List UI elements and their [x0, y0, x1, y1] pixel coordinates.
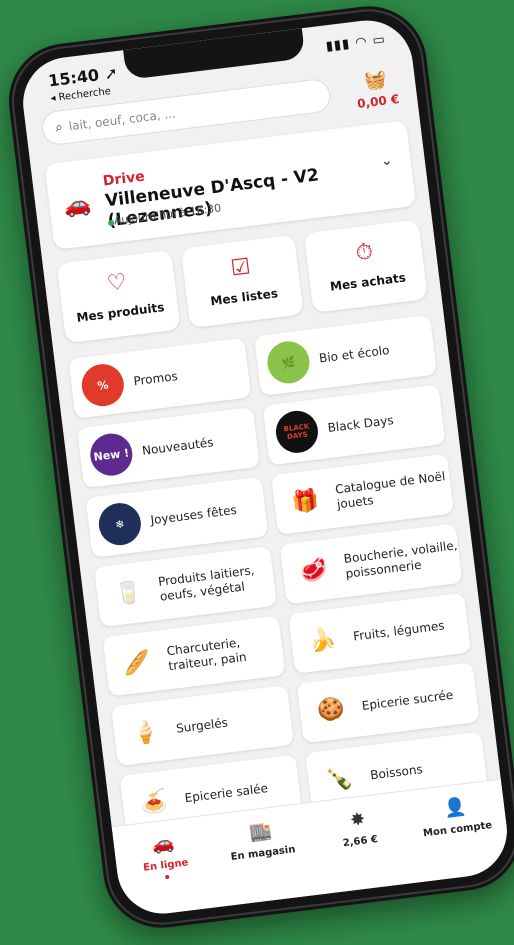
- mes-listes-label: Mes listes: [209, 286, 279, 309]
- ice-cream-icon: 🍦: [130, 718, 161, 747]
- category-laitiers[interactable]: 🥛 Produits laitiers, oeufs, végétal: [93, 546, 277, 628]
- holiday-icon: ❄: [96, 500, 144, 548]
- tab-en-magasin[interactable]: 🏬 En magasin: [209, 803, 317, 906]
- heart-list-icon: ♡: [105, 269, 129, 297]
- search-icon: ⌕: [54, 119, 64, 136]
- mes-achats-button[interactable]: ⏱ Mes achats: [304, 219, 428, 313]
- category-bio[interactable]: 🌿 Bio et écolo: [253, 314, 437, 396]
- promos-badge-icon: %: [79, 361, 127, 409]
- category-catalogue-noel[interactable]: 🎁 Catalogue de Noël jouets: [271, 453, 455, 535]
- category-surgeles[interactable]: 🍦 Surgelés: [111, 684, 295, 767]
- mes-produits-label: Mes produits: [75, 300, 166, 325]
- meat-icon: 🥩: [298, 556, 330, 585]
- toy-catalogue-icon: 🎁: [290, 487, 321, 516]
- category-label: Surgelés: [175, 714, 229, 736]
- category-label: Bio et écolo: [318, 342, 391, 366]
- category-label: Catalogue de Noël jouets: [334, 469, 447, 512]
- tab-mon-compte[interactable]: 👤 Mon compte: [404, 780, 512, 883]
- mes-produits-button[interactable]: ♡ Mes produits: [56, 249, 181, 344]
- app-screen: 15:40 ➚ ◂ Recherche ▮▮▮ ◠ ▭ ⌕ lait, oeuf…: [17, 15, 513, 919]
- cart-amount: 0,00 €: [356, 91, 400, 111]
- category-label: Epicerie sucrée: [360, 687, 454, 713]
- category-label: Produits laitiers, oeufs, végétal: [157, 563, 256, 604]
- category-label: Promos: [132, 368, 179, 388]
- category-nouveautes[interactable]: New ! Nouveautés: [76, 407, 260, 489]
- category-label: Charcuterie, traiteur, pain: [165, 635, 248, 674]
- checklist-icon: ☑: [229, 254, 252, 282]
- system-icons: ▮▮▮ ◠ ▭: [324, 32, 387, 55]
- mes-listes-button[interactable]: ☑ Mes listes: [180, 234, 305, 329]
- mes-achats-label: Mes achats: [329, 270, 407, 294]
- category-boucherie[interactable]: 🥩 Boucherie, volaille, poissonnerie: [279, 523, 463, 605]
- search-placeholder: lait, oeuf, coca, ...: [68, 106, 177, 134]
- phone-notch: [123, 28, 306, 80]
- cart-button[interactable]: 🧺 0,00 €: [353, 67, 400, 112]
- category-fetes[interactable]: ❄ Joyeuses fêtes: [85, 476, 269, 558]
- tab-waaoh[interactable]: ✸ 2,66 €: [306, 792, 414, 895]
- category-label: Nouveautés: [141, 434, 215, 458]
- category-grid: % Promos 🌿 Bio et écolo New ! Nouveautés…: [68, 314, 489, 836]
- category-label: Joyeuses fêtes: [149, 502, 238, 527]
- new-badge-icon: New !: [87, 431, 135, 479]
- active-indicator: [165, 874, 170, 880]
- category-label: Fruits, légumes: [352, 617, 446, 643]
- car-icon: 🚗: [62, 191, 93, 220]
- chevron-down-icon[interactable]: ⌄: [380, 152, 394, 169]
- basket-icon: 🧺: [363, 68, 389, 92]
- bread-icon: 🥖: [121, 648, 153, 678]
- category-label: Boucherie, volaille, poissonnerie: [342, 538, 459, 581]
- banana-icon: 🍌: [307, 626, 338, 655]
- stopwatch-icon: ⏱: [354, 239, 375, 267]
- leaf-icon: 🌿: [265, 338, 312, 386]
- stage: 15:40 ➚ ◂ Recherche ▮▮▮ ◠ ▭ ⌕ lait, oeuf…: [0, 0, 514, 945]
- black-days-badge-icon: BLACK DAYS: [273, 408, 321, 456]
- tab-en-ligne[interactable]: 🚗 En ligne: [112, 815, 220, 918]
- category-promos[interactable]: % Promos: [68, 337, 252, 419]
- category-label: Epicerie salée: [183, 780, 269, 805]
- milk-icon: 🥛: [113, 579, 144, 608]
- category-fruits[interactable]: 🍌 Fruits, légumes: [288, 592, 472, 674]
- cookie-icon: 🍪: [315, 695, 347, 724]
- category-label: Black Days: [326, 412, 395, 435]
- category-epicerie-sucree[interactable]: 🍪 Epicerie sucrée: [296, 662, 480, 744]
- category-label: Boissons: [369, 761, 424, 782]
- category-black-days[interactable]: BLACK DAYS Black Days: [262, 384, 446, 466]
- category-charcuterie[interactable]: 🥖 Charcuterie, traiteur, pain: [102, 615, 286, 697]
- phone-frame: 15:40 ➚ ◂ Recherche ▮▮▮ ◠ ▭ ⌕ lait, oeuf…: [2, 0, 514, 935]
